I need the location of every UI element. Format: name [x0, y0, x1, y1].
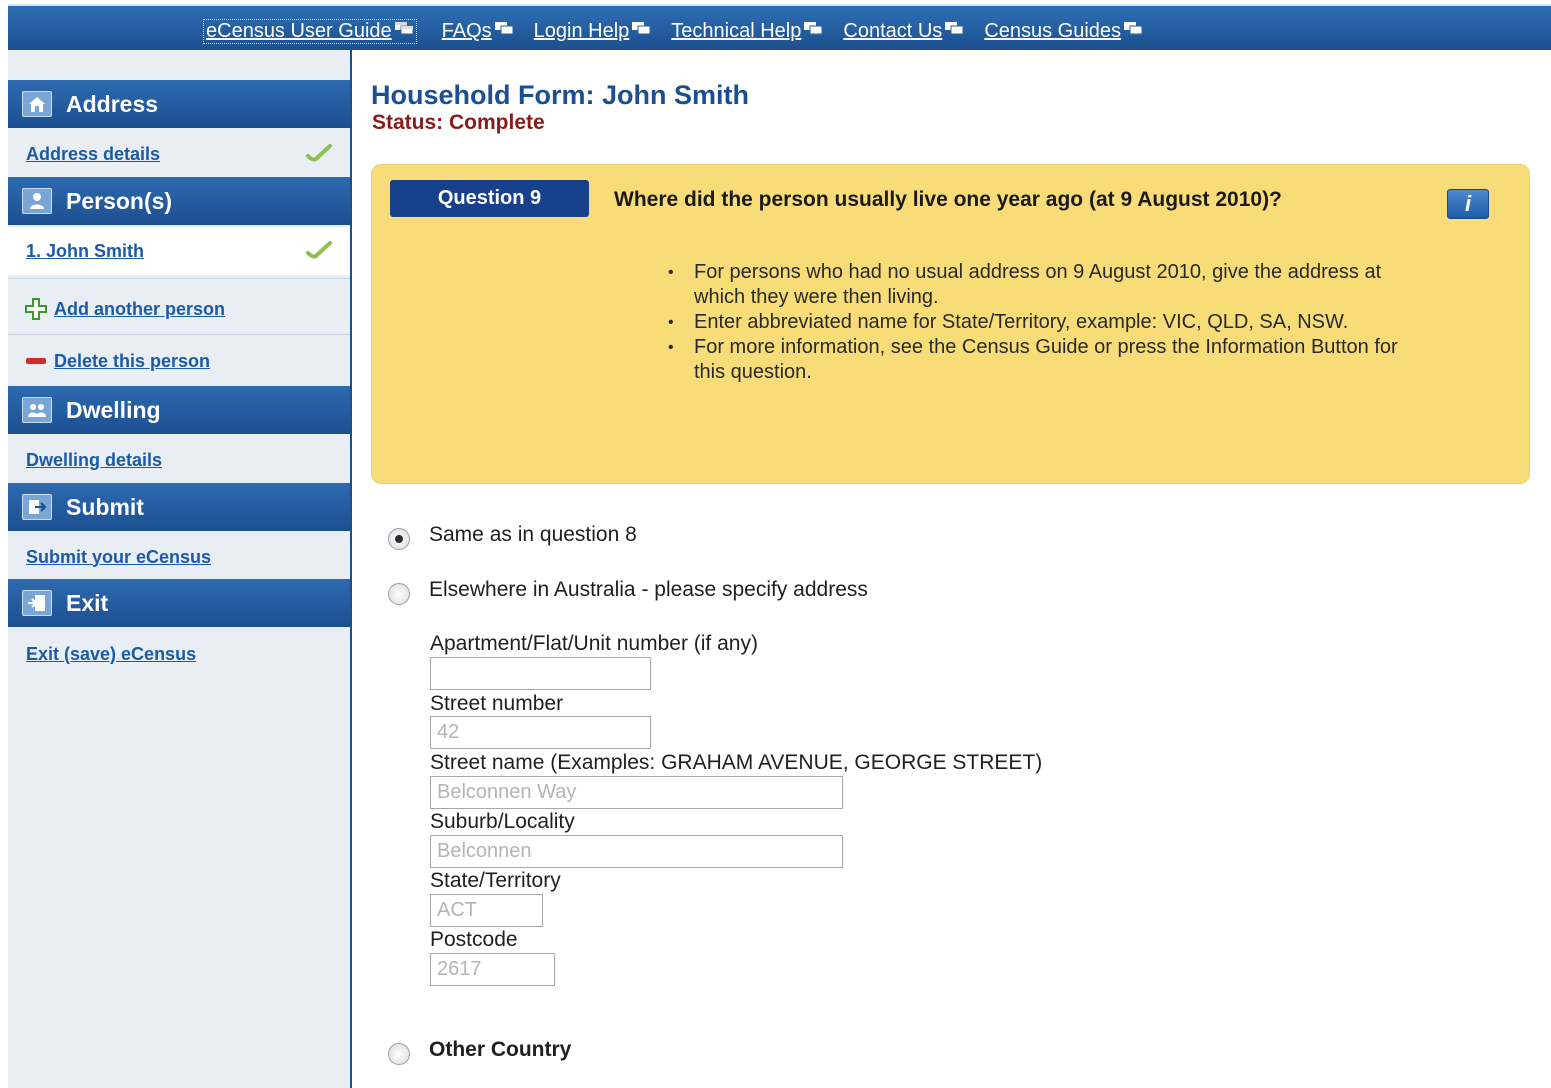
sidebar-divider [8, 278, 350, 279]
sidebar-link-submit[interactable]: Submit your eCensus [8, 533, 350, 581]
popup-window-icon [804, 21, 823, 34]
street-name-label: Street name (Examples: GRAHAM AVENUE, GE… [430, 751, 1043, 774]
postcode-label: Postcode [430, 928, 518, 951]
instruction-item: For more information, see the Census Gui… [668, 335, 1428, 385]
sidebar-heading-label: Address [66, 90, 159, 117]
sidebar-link-label: Address details [26, 143, 161, 164]
add-plus-icon [25, 298, 47, 320]
question-instructions: For persons who had no usual address on … [668, 260, 1428, 385]
radio-other-country[interactable] [388, 1043, 410, 1065]
sidebar-link-label: Exit (save) eCensus [26, 643, 197, 664]
nav-link-label: Census Guides [984, 20, 1122, 42]
complete-check-icon [306, 241, 332, 259]
sidebar: Address Address details Person(s) 1. Joh… [8, 50, 352, 1088]
person-icon [22, 188, 52, 214]
add-person-label: Add another person [54, 298, 226, 319]
instruction-item: For persons who had no usual address on … [668, 260, 1428, 310]
sidebar-divider [8, 334, 350, 335]
delete-person-button[interactable]: Delete this person [8, 337, 350, 385]
nav-link-label: Login Help [533, 20, 630, 42]
sidebar-heading-dwelling: Dwelling [8, 386, 350, 434]
sidebar-heading-submit: Submit [8, 483, 350, 531]
sidebar-heading-label: Exit [66, 589, 109, 616]
state-label: State/Territory [430, 869, 561, 892]
option-other-country-label: Other Country [429, 1038, 572, 1061]
nav-link-login-help[interactable]: Login Help [534, 20, 652, 43]
nav-link-technical-help[interactable]: Technical Help [671, 20, 823, 43]
sidebar-link-dwelling-details[interactable]: Dwelling details [8, 436, 350, 484]
nav-link-label: Technical Help [671, 20, 802, 42]
sidebar-link-address-details[interactable]: Address details [8, 130, 350, 178]
nav-link-faqs[interactable]: FAQs [442, 20, 514, 43]
postcode-input[interactable]: 2617 [430, 953, 555, 986]
nav-link-contact-us[interactable]: Contact Us [843, 20, 964, 43]
top-nav-bar: eCensus User Guide FAQs Login Help Techn… [8, 4, 1551, 50]
sidebar-heading-label: Dwelling [66, 396, 161, 423]
radio-same-as-q8[interactable] [388, 528, 410, 550]
sidebar-link-label: 1. John Smith [26, 240, 145, 261]
exit-door-icon [22, 590, 52, 616]
top-nav-links: eCensus User Guide FAQs Login Help Techn… [203, 19, 1163, 44]
form-status: Status: Complete [372, 111, 545, 134]
sidebar-heading-exit: Exit [8, 579, 350, 627]
instruction-item: Enter abbreviated name for State/Territo… [668, 310, 1428, 335]
suburb-label: Suburb/Locality [430, 810, 575, 833]
street-number-input[interactable]: 42 [430, 716, 651, 749]
delete-minus-icon [26, 358, 46, 364]
popup-window-icon [494, 21, 514, 34]
radio-elsewhere-australia[interactable] [388, 583, 410, 605]
option-same-label: Same as in question 8 [429, 523, 637, 546]
sidebar-heading-label: Submit [66, 493, 144, 520]
street-number-label: Street number [430, 692, 564, 715]
state-input[interactable]: ACT [430, 894, 543, 927]
question-box: Question 9 Where did the person usually … [371, 164, 1530, 484]
question-number-badge: Question 9 [390, 180, 589, 217]
delete-person-label: Delete this person [54, 350, 211, 371]
sidebar-heading-address: Address [8, 80, 350, 128]
popup-window-icon [945, 21, 964, 34]
nav-link-label: eCensus User Guide [206, 20, 392, 42]
page-title: Household Form: John Smith [371, 80, 749, 110]
information-button[interactable]: i [1447, 189, 1489, 219]
house-icon [22, 91, 52, 117]
info-icon: i [1464, 191, 1472, 216]
nav-link-census-guides[interactable]: Census Guides [984, 20, 1143, 43]
popup-window-icon [394, 21, 414, 34]
sidebar-link-exit-save[interactable]: Exit (save) eCensus [8, 630, 350, 678]
apartment-label: Apartment/Flat/Unit number (if any) [430, 632, 758, 655]
popup-window-icon [632, 21, 651, 34]
suburb-input[interactable]: Belconnen [430, 835, 843, 868]
sidebar-link-label: Dwelling details [26, 449, 163, 470]
sidebar-heading-persons: Person(s) [8, 177, 350, 225]
street-name-input[interactable]: Belconnen Way [430, 776, 843, 809]
nav-link-user-guide[interactable]: eCensus User Guide [203, 19, 417, 44]
popup-window-icon [1124, 21, 1143, 34]
dwelling-icon [22, 397, 52, 423]
option-elsewhere-label: Elsewhere in Australia - please specify … [429, 578, 868, 601]
add-person-button[interactable]: Add another person [8, 285, 350, 333]
question-text: Where did the person usually live one ye… [614, 188, 1282, 211]
nav-link-label: Contact Us [843, 20, 943, 42]
sidebar-link-person-john-smith[interactable]: 1. John Smith [8, 227, 350, 275]
complete-check-icon [306, 144, 332, 162]
submit-icon [22, 494, 52, 520]
nav-link-label: FAQs [441, 20, 492, 42]
sidebar-link-label: Submit your eCensus [26, 546, 212, 567]
sidebar-heading-label: Person(s) [66, 187, 173, 214]
apartment-input[interactable] [430, 657, 651, 690]
